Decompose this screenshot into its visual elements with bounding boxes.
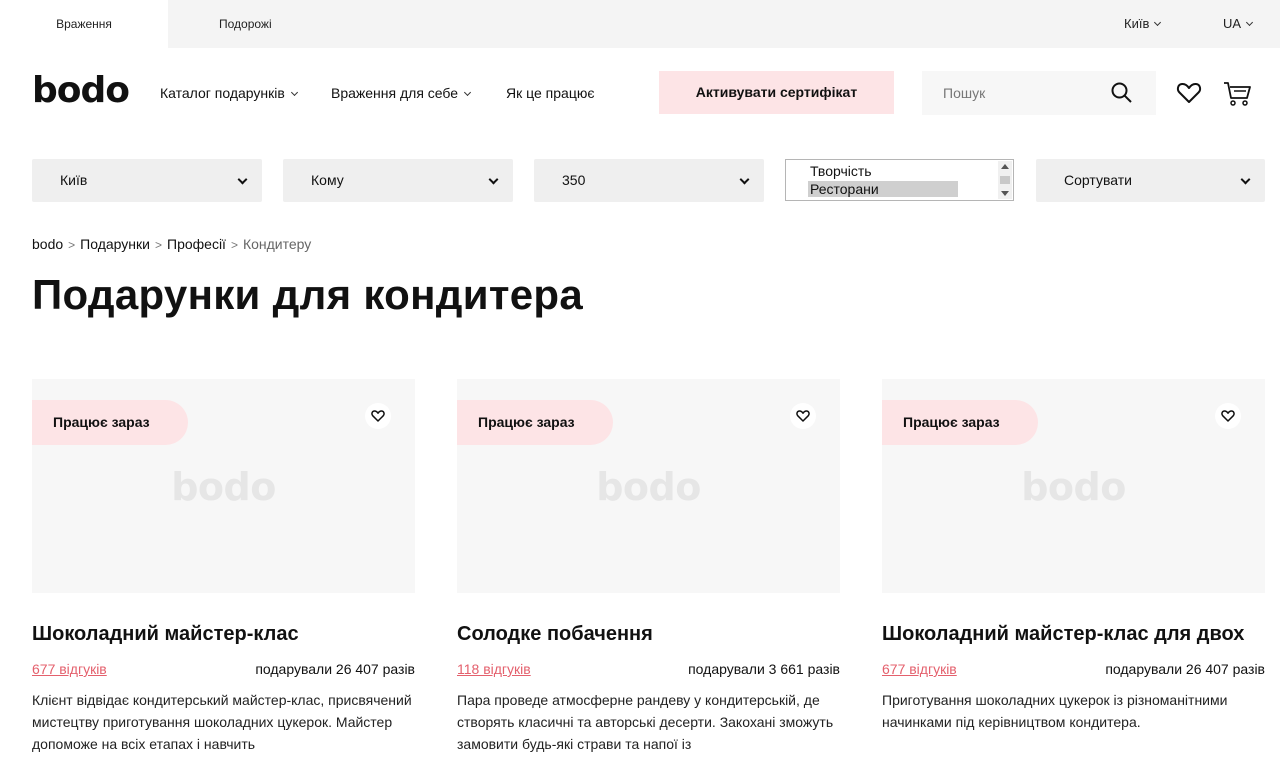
chevron-down-icon	[1154, 18, 1162, 27]
city-selector-label: Київ	[1124, 16, 1150, 31]
nav-catalog[interactable]: Каталог подарунків	[160, 84, 298, 102]
scroll-down-icon[interactable]	[1001, 191, 1009, 196]
reviews-link[interactable]: 677 відгуків	[32, 660, 107, 678]
category-option[interactable]: Творчість	[808, 163, 958, 179]
city-filter[interactable]: Київ	[32, 159, 262, 202]
language-selector-label: UA	[1223, 16, 1242, 31]
breadcrumb-separator: >	[68, 238, 76, 252]
category-option-selected[interactable]: Ресторани	[808, 181, 958, 197]
image-placeholder-logo: bodo	[1021, 465, 1126, 509]
product-title[interactable]: Шоколадний майстер-клас для двох	[882, 622, 1280, 646]
status-badge: Працює зараз	[457, 400, 613, 445]
breadcrumb-separator: >	[154, 238, 162, 252]
status-badge: Працює зараз	[32, 400, 188, 445]
page-title: Подарунки для кондитера	[32, 271, 583, 318]
breadcrumb-item[interactable]: bodo	[32, 236, 63, 252]
gifted-count: подарували 3 661 разів	[688, 661, 840, 677]
heart-icon	[796, 410, 810, 422]
nav-how-it-works[interactable]: Як це працює	[506, 84, 594, 102]
breadcrumb: bodo > Подарунки > Професії > Кондитеру	[32, 235, 311, 254]
price-filter-label: 350	[562, 172, 586, 188]
logo[interactable]: bodo	[32, 70, 130, 112]
scroll-up-icon[interactable]	[1001, 164, 1009, 169]
favorite-button[interactable]	[790, 403, 816, 429]
reviews-link[interactable]: 677 відгуків	[882, 660, 957, 678]
reviews-link[interactable]: 118 відгуків	[457, 660, 531, 678]
product-description: Клієнт відвідає кондитерський майстер-кл…	[32, 692, 412, 752]
nav-self-label: Враження для себе	[331, 85, 459, 101]
chevron-down-icon	[488, 174, 499, 185]
product-image[interactable]: bodo Працює зараз	[882, 379, 1265, 593]
product-image[interactable]: bodo Працює зараз	[457, 379, 840, 593]
image-placeholder-logo: bodo	[171, 465, 276, 509]
breadcrumb-separator: >	[230, 238, 238, 252]
image-placeholder-logo: bodo	[596, 465, 701, 509]
price-filter[interactable]: 350	[534, 159, 764, 202]
chevron-down-icon	[1246, 18, 1254, 27]
breadcrumb-item[interactable]: Подарунки	[80, 236, 150, 252]
language-selector[interactable]: UA	[1223, 0, 1254, 48]
favorite-button[interactable]	[1215, 403, 1241, 429]
scroll-thumb[interactable]	[1000, 176, 1010, 184]
sort-select-label: Сортувати	[1064, 172, 1132, 188]
nav-catalog-label: Каталог подарунків	[160, 85, 285, 101]
status-badge: Працює зараз	[882, 400, 1038, 445]
activate-certificate-button[interactable]: Активувати сертифікат	[659, 71, 894, 114]
breadcrumb-current: Кондитеру	[242, 236, 312, 252]
nav-experiences-for-self[interactable]: Враження для себе	[331, 84, 472, 102]
heart-icon[interactable]	[1176, 81, 1202, 105]
cart-icon[interactable]	[1222, 79, 1252, 107]
heart-icon	[371, 410, 385, 422]
search-icon[interactable]	[1110, 81, 1134, 105]
sort-select[interactable]: Сортувати	[1036, 159, 1265, 202]
chevron-down-icon	[237, 174, 248, 185]
chevron-down-icon	[1240, 174, 1251, 185]
city-selector[interactable]: Київ	[1124, 0, 1162, 48]
favorite-button[interactable]	[365, 403, 391, 429]
product-description: Приготування шоколадних цукерок із різно…	[882, 692, 1228, 730]
category-listbox[interactable]: Творчість Ресторани	[785, 159, 1014, 201]
product-image[interactable]: bodo Працює зараз	[32, 379, 415, 593]
tab-experiences[interactable]: Враження	[0, 0, 168, 48]
chevron-down-icon	[290, 88, 298, 97]
search-input[interactable]	[922, 71, 1092, 115]
chevron-down-icon	[739, 174, 750, 185]
gifted-count: подарували 26 407 разів	[1105, 661, 1265, 677]
recipient-filter-label: Кому	[311, 172, 344, 188]
listbox-scrollbar[interactable]	[998, 161, 1012, 199]
chevron-down-icon	[464, 88, 472, 97]
city-filter-label: Київ	[60, 172, 88, 188]
product-title[interactable]: Солодке побачення	[457, 622, 857, 646]
product-title[interactable]: Шоколадний майстер-клас	[32, 622, 432, 646]
top-bar: Враження Подорожі Київ UA	[0, 0, 1280, 48]
recipient-filter[interactable]: Кому	[283, 159, 513, 202]
heart-icon	[1221, 410, 1235, 422]
tab-travel[interactable]: Подорожі	[219, 0, 272, 48]
gifted-count: подарували 26 407 разів	[255, 661, 415, 677]
breadcrumb-item[interactable]: Професії	[167, 236, 226, 252]
product-description: Пара проведе атмосферне рандеву у кондит…	[457, 692, 834, 752]
